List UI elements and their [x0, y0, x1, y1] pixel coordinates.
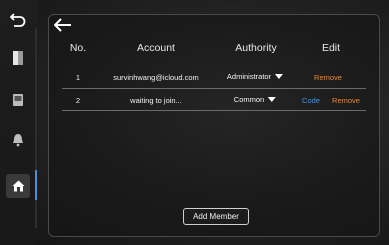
row-2-authority-value: Common	[233, 95, 265, 104]
undo-arrow-icon	[10, 13, 26, 27]
bell-icon	[13, 134, 23, 147]
row-2-authority-dropdown[interactable]: Common	[233, 95, 277, 104]
triangle-down-icon	[275, 74, 284, 79]
column-header-authority: Authority	[235, 42, 277, 54]
triangle-down-icon	[268, 97, 277, 102]
left-arrow-icon[interactable]	[54, 18, 72, 32]
column-header-edit: Edit	[321, 42, 341, 54]
tablet-icon	[13, 94, 23, 106]
sidebar-item-alarm[interactable]	[6, 128, 30, 152]
row-1-number: 1	[75, 73, 81, 82]
row-2-number: 2	[75, 96, 81, 105]
column-header-account: Account	[137, 42, 175, 54]
home-icon	[12, 180, 24, 192]
row-divider	[62, 110, 366, 111]
sidebar-active-indicator	[35, 170, 37, 200]
add-member-button[interactable]: Add Member	[183, 208, 249, 225]
door-icon	[13, 51, 23, 65]
sidebar-item-home[interactable]	[6, 174, 30, 198]
sidebar-item-back[interactable]	[6, 8, 30, 32]
sidebar-item-door[interactable]	[6, 46, 30, 70]
row-2-code-link[interactable]: Code	[302, 96, 320, 105]
sidebar	[0, 0, 38, 245]
row-2-account: waiting to join...	[130, 96, 182, 105]
row-1-authority-dropdown[interactable]: Administrator	[226, 72, 284, 81]
row-2-remove-link[interactable]: Remove	[332, 96, 360, 105]
row-1-account: survinhwang@icloud.com	[113, 73, 199, 82]
sidebar-item-tablet[interactable]	[6, 88, 30, 112]
row-divider	[62, 88, 366, 89]
row-1-remove-link[interactable]: Remove	[314, 73, 342, 82]
row-1-authority-value: Administrator	[226, 72, 272, 81]
column-header-no: No.	[69, 42, 87, 54]
